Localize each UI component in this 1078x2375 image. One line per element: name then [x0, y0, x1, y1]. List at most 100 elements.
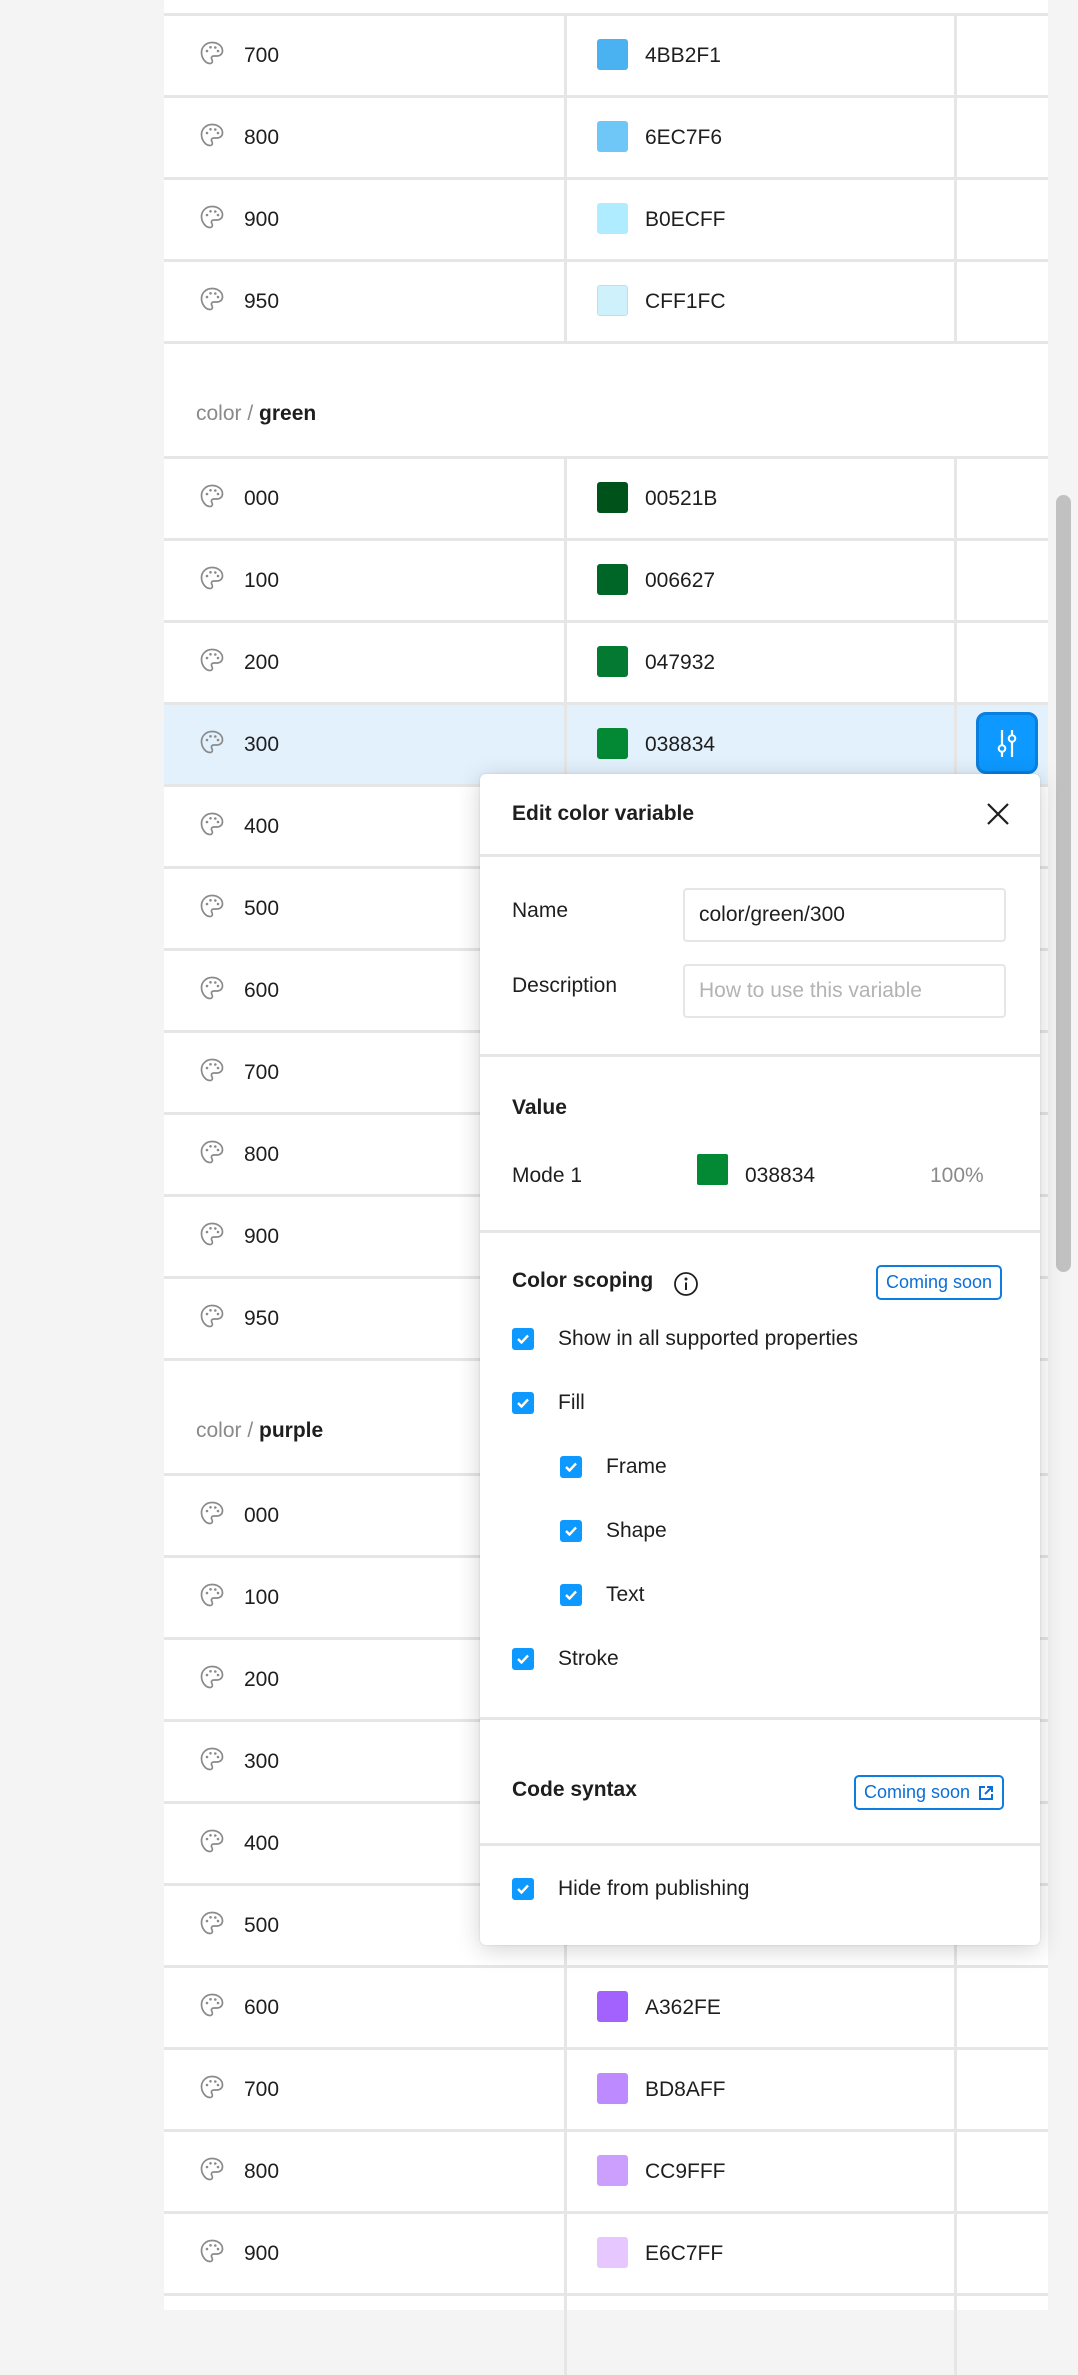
table-row[interactable]: 300 038834 [164, 702, 1048, 784]
color-swatch[interactable] [597, 564, 628, 595]
color-swatch[interactable] [597, 39, 628, 70]
checkbox[interactable] [512, 1328, 534, 1350]
variable-name: 800 [244, 1143, 280, 1166]
divider [480, 1230, 1040, 1233]
scope-checkbox-stroke[interactable]: Stroke [512, 1647, 619, 1671]
variable-name: 200 [244, 651, 280, 674]
color-swatch[interactable] [597, 203, 628, 234]
palette-icon [199, 975, 225, 1001]
hex-value[interactable]: 038834 [645, 705, 715, 784]
info-icon[interactable] [673, 1271, 699, 1297]
table-row[interactable]: 900 E6C7FF [164, 2211, 1048, 2293]
table-row[interactable]: 700 4BB2F1 [164, 13, 1048, 95]
checkbox-label: Frame [606, 1455, 667, 1478]
table-row[interactable]: 200 047932 [164, 620, 1048, 702]
column-divider [564, 2211, 567, 2293]
checkbox-label: Fill [558, 1391, 585, 1414]
panel-title: Edit color variable [512, 802, 695, 825]
hex-value[interactable]: BD8AFF [645, 2050, 726, 2129]
checkbox[interactable] [560, 1456, 582, 1478]
table-row[interactable]: 900 B0ECFF [164, 177, 1048, 259]
color-swatch[interactable] [597, 646, 628, 677]
edit-color-variable-panel: Edit color variable Name Description Val… [480, 774, 1040, 1945]
variable-name: 800 [244, 126, 280, 149]
hex-value[interactable]: 006627 [645, 541, 715, 620]
hex-value[interactable]: A362FE [645, 1968, 721, 2047]
scope-checkbox-fill[interactable]: Fill [512, 1391, 585, 1415]
checkbox-label: Show in all supported properties [558, 1327, 859, 1350]
hex-value[interactable]: CFF1FC [645, 262, 726, 341]
code-syntax-coming-soon-link[interactable]: Coming soon [854, 1775, 1005, 1810]
table-row[interactable]: 800 CC9FFF [164, 2129, 1048, 2211]
scope-checkbox-text[interactable]: Text [560, 1583, 645, 1607]
palette-icon [199, 1992, 225, 2018]
hex-value[interactable]: E6C7FF [645, 2214, 723, 2293]
scope-checkbox-shape[interactable]: Shape [560, 1519, 667, 1543]
palette-icon [199, 1910, 225, 1936]
table-row[interactable]: 100 006627 [164, 538, 1048, 620]
mode-opacity-value[interactable]: 100% [930, 1164, 984, 1188]
scrollbar-thumb[interactable] [1056, 495, 1071, 1272]
group-name: purple [259, 1419, 324, 1442]
palette-icon [199, 1500, 225, 1526]
divider [480, 1717, 1040, 1720]
checkbox[interactable] [560, 1584, 582, 1606]
color-swatch[interactable] [597, 2155, 628, 2186]
checkbox[interactable] [560, 1520, 582, 1542]
checkbox[interactable] [512, 1648, 534, 1670]
color-swatch[interactable] [597, 285, 628, 316]
name-input[interactable] [683, 888, 1006, 942]
badge-label: Coming soon [886, 1272, 993, 1292]
hex-value[interactable]: 00521B [645, 459, 717, 538]
scope-checkbox-frame[interactable]: Frame [560, 1455, 667, 1479]
color-swatch[interactable] [597, 121, 628, 152]
column-divider [564, 620, 567, 702]
scrollbar[interactable] [1053, 0, 1078, 2310]
color-swatch[interactable] [597, 2073, 628, 2104]
divider [480, 1054, 1040, 1057]
column-divider [564, 456, 567, 538]
hex-value[interactable]: 047932 [645, 623, 715, 702]
column-divider [954, 1965, 957, 2047]
color-swatch[interactable] [597, 728, 628, 759]
palette-icon [199, 1139, 225, 1165]
value-heading: Value [512, 1096, 567, 1119]
color-swatch[interactable] [597, 482, 628, 513]
hex-value[interactable]: B0ECFF [645, 180, 726, 259]
mode-color-swatch[interactable] [697, 1154, 728, 1185]
column-divider [954, 538, 957, 620]
group-name: green [259, 402, 317, 425]
checkbox-label: Shape [606, 1519, 667, 1542]
check-icon [517, 1398, 529, 1409]
table-row[interactable]: 800 6EC7F6 [164, 95, 1048, 177]
edit-variable-button[interactable] [976, 712, 1038, 774]
hex-value[interactable]: CC9FFF [645, 2132, 726, 2211]
palette-icon [199, 2238, 225, 2264]
table-row[interactable]: 700 BD8AFF [164, 2047, 1048, 2129]
close-button[interactable] [984, 800, 1012, 828]
palette-icon [199, 1664, 225, 1690]
variable-name: 900 [244, 2242, 280, 2265]
hex-value[interactable]: 4BB2F1 [645, 16, 721, 95]
color-swatch[interactable] [597, 1991, 628, 2022]
scope-checkbox-show-in-all-supported-properties[interactable]: Show in all supported properties [512, 1327, 858, 1351]
hex-value[interactable]: 6EC7F6 [645, 98, 722, 177]
variable-name: 200 [244, 1668, 280, 1691]
column-divider [954, 2211, 957, 2293]
palette-icon [199, 893, 225, 919]
column-divider [954, 13, 957, 95]
table-row[interactable] [164, 2293, 1048, 2375]
variable-name: 950 [244, 1307, 280, 1330]
checkbox[interactable] [512, 1878, 534, 1900]
checkbox[interactable] [512, 1392, 534, 1414]
table-row[interactable]: 000 00521B [164, 456, 1048, 538]
table-row[interactable]: 950 CFF1FC [164, 259, 1048, 341]
table-row[interactable]: 600 A362FE [164, 1965, 1048, 2047]
variable-name: 950 [244, 290, 280, 313]
mode-hex-value[interactable]: 038834 [745, 1164, 815, 1188]
palette-icon [199, 2074, 225, 2100]
hide-from-publishing-checkbox[interactable]: Hide from publishing [512, 1877, 749, 1901]
description-input[interactable] [683, 964, 1006, 1018]
divider [480, 1843, 1040, 1846]
color-swatch[interactable] [597, 2237, 628, 2268]
